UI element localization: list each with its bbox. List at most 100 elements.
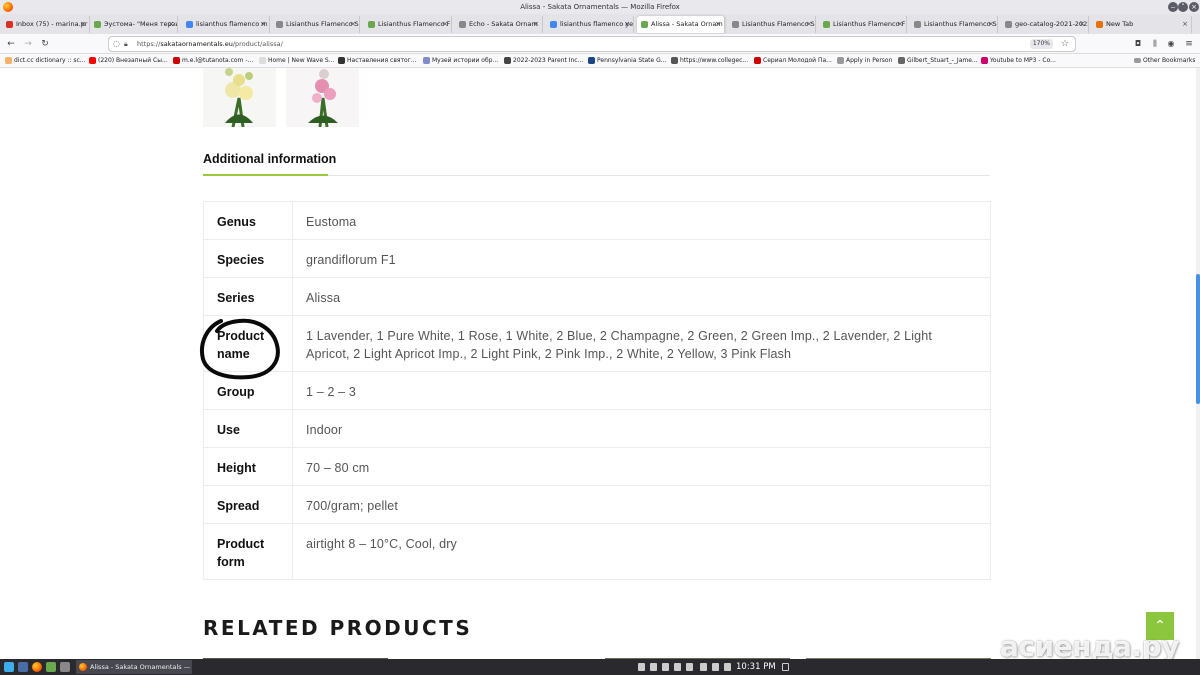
table-row: Series Alissa	[203, 277, 991, 316]
bookmark-favicon-icon	[981, 57, 988, 64]
attribute-value: Indoor	[292, 409, 991, 448]
tray-icon[interactable]	[674, 663, 681, 671]
browser-tab[interactable]: Echo - Sakata Ornam ×	[455, 16, 543, 33]
minimize-icon[interactable]: ‒	[1168, 2, 1178, 12]
bookmark-star-icon[interactable]: ☆	[1061, 37, 1069, 51]
bookmark-item[interactable]: Gilbert_Stuart_-_Jame...	[897, 54, 978, 68]
forward-icon[interactable]: →	[21, 37, 35, 51]
menu-icon[interactable]: ≡	[1182, 37, 1196, 51]
tab-favicon-icon	[186, 21, 193, 28]
tray-icon[interactable]	[638, 663, 645, 671]
show-desktop-icon[interactable]	[782, 663, 789, 671]
other-bookmarks[interactable]: Other Bookmarks	[1133, 54, 1195, 68]
pocket-icon[interactable]: ◘	[1131, 37, 1145, 51]
bookmark-label: Сериал Молодой Па...	[763, 57, 832, 64]
url-domain: sakataornamentals.eu	[160, 40, 233, 48]
account-icon[interactable]: ◉	[1164, 37, 1178, 51]
tab-close-icon[interactable]: ×	[442, 16, 448, 33]
bookmark-favicon-icon	[754, 57, 761, 64]
browser-tab[interactable]: Lisianthus Flamenco F ×	[364, 16, 452, 33]
attribute-label: Group	[203, 371, 293, 410]
taskbar-window-firefox[interactable]: Alissa - Sakata Ornamentals — M...	[76, 660, 192, 674]
tray-icon[interactable]	[662, 663, 669, 671]
table-row: Spread 700/gram; pellet	[203, 485, 991, 524]
browser-tab[interactable]: New Tab ×	[1092, 16, 1192, 33]
tab-close-icon[interactable]: ×	[80, 16, 86, 33]
browser-tab[interactable]: geo-catalog-2021-2022- ×	[1001, 16, 1089, 33]
bookmark-item[interactable]: Сериал Молодой Па...	[753, 54, 832, 68]
bookmark-item[interactable]: Pennsylvania State G...	[587, 54, 667, 68]
page-content: Additional information Genus Eustoma Speci…	[0, 68, 1200, 659]
browser-tab[interactable]: lisianthus flamenco m ×	[182, 16, 270, 33]
back-icon[interactable]: ←	[4, 37, 18, 51]
clock[interactable]: 10:31 PM	[736, 659, 776, 675]
bookmark-item[interactable]: Музей истории обр...	[422, 54, 498, 68]
table-row: Product name 1 Lavender, 1 Pure White, 1 …	[203, 315, 991, 372]
browser-tab[interactable]: Inbox (75) - marina.pr ×	[2, 16, 90, 33]
browser-tab[interactable]: Alissa - Sakata Ornam ×	[637, 16, 725, 33]
bookmark-favicon-icon	[504, 57, 511, 64]
bookmark-favicon-icon	[423, 57, 430, 64]
table-row: Product form airtight 8 – 10°C, Cool, dry	[203, 523, 991, 580]
bookmark-item[interactable]: (220) Внезапный Сы...	[88, 54, 168, 68]
tab-label: Эустома- "Меня терзы	[104, 20, 178, 28]
network-icon[interactable]	[724, 663, 731, 671]
browser-tab[interactable]: Эустома- "Меня терзы ×	[90, 16, 178, 33]
tab-favicon-icon	[823, 21, 830, 28]
scrollbar-thumb[interactable]	[1196, 274, 1200, 404]
close-window-icon[interactable]: ×	[1189, 2, 1199, 12]
tab-close-icon[interactable]: ×	[168, 16, 174, 33]
browser-tab[interactable]: Lisianthus Flamenco Seri ×	[910, 16, 998, 33]
maximize-icon[interactable]: ˄	[1178, 2, 1188, 12]
tray-icon[interactable]	[650, 663, 657, 671]
tab-favicon-icon	[1005, 21, 1012, 28]
product-thumbnail-yellow[interactable]	[203, 68, 276, 127]
bookmark-item[interactable]: dict.cc dictionary :: sc...	[4, 54, 86, 68]
app-launcher-icon[interactable]	[4, 662, 14, 672]
product-thumbnail-pink[interactable]	[286, 68, 359, 127]
bookmark-item[interactable]: Apply in Person	[836, 54, 892, 68]
file-manager-icon[interactable]	[18, 662, 28, 672]
bookmark-item[interactable]: 2022-2023 Parent Inc...	[503, 54, 583, 68]
browser-tab[interactable]: Lisianthus Flamenco Seri ×	[272, 16, 360, 33]
bookmark-item[interactable]: m.e.l@tutanota.com -...	[172, 54, 253, 68]
tab-close-icon[interactable]: ×	[1182, 16, 1188, 33]
bookmark-item[interactable]: Youtube to MP3 - Co...	[980, 54, 1056, 68]
shield-icon[interactable]: ◌	[113, 37, 120, 51]
bookmark-item[interactable]: https://www.collegec...	[670, 54, 748, 68]
library-icon[interactable]: ⫼	[1148, 37, 1162, 51]
bookmark-item[interactable]: Home | New Wave S...	[258, 54, 334, 68]
tray-icon[interactable]	[700, 663, 707, 671]
tab-close-icon[interactable]: ×	[806, 16, 812, 33]
browser-tab[interactable]: Lisianthus Flamenco F ×	[819, 16, 907, 33]
bookmark-item[interactable]: Наставления святог...	[337, 54, 417, 68]
app-icon[interactable]	[46, 662, 56, 672]
volume-icon[interactable]	[712, 663, 719, 671]
terminal-icon[interactable]	[60, 662, 70, 672]
bookmark-favicon-icon	[588, 57, 595, 64]
url-bar[interactable]: ◌ 🔒︎ https://sakataornamentals.eu/produc…	[108, 36, 1076, 52]
tab-close-icon[interactable]: ×	[988, 16, 994, 33]
browser-tab[interactable]: lisianthus flamenco ye ×	[546, 16, 634, 33]
tab-close-icon[interactable]: ×	[715, 16, 721, 33]
tab-close-icon[interactable]: ×	[260, 16, 266, 33]
tab-close-icon[interactable]: ×	[624, 16, 630, 33]
tab-close-icon[interactable]: ×	[350, 16, 356, 33]
table-row: Group 1 – 2 – 3	[203, 371, 991, 410]
system-taskbar: Alissa - Sakata Ornamentals — M... 10:31…	[0, 659, 1200, 675]
reload-icon[interactable]: ↻	[38, 37, 52, 51]
additional-information-tab[interactable]: Additional information	[203, 152, 336, 166]
zoom-level[interactable]: 170%	[1029, 39, 1053, 49]
attribute-label: Use	[203, 409, 293, 448]
firefox-launcher-icon[interactable]	[32, 662, 42, 672]
lock-icon[interactable]: 🔒︎	[124, 37, 128, 51]
tab-close-icon[interactable]: ×	[897, 16, 903, 33]
tab-close-icon[interactable]: ×	[533, 16, 539, 33]
tray-icon[interactable]	[686, 663, 693, 671]
bookmark-label: Pennsylvania State G...	[597, 57, 667, 64]
tab-label: Alissa - Sakata Ornam	[651, 20, 723, 28]
attribute-label: Spread	[203, 485, 293, 524]
tab-close-icon[interactable]: ×	[1079, 16, 1085, 33]
related-products-heading: RELATED PRODUCTS	[203, 616, 473, 640]
browser-tab[interactable]: Lisianthus Flamenco Seri ×	[728, 16, 816, 33]
